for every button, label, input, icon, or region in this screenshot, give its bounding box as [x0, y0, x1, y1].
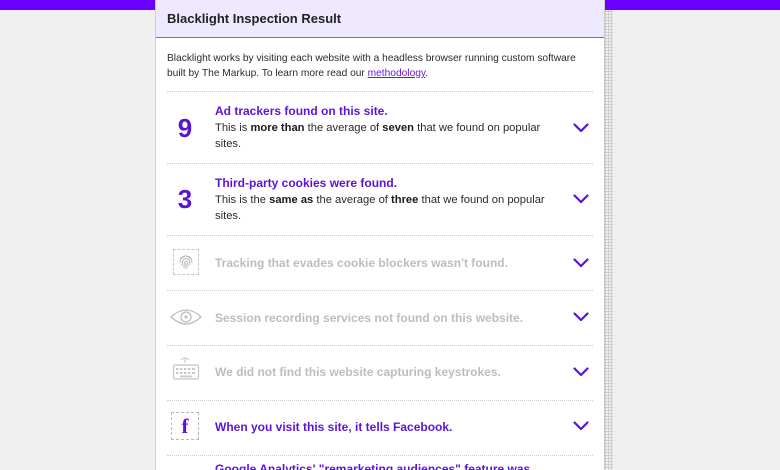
- keystrokes-title: We did not find this website capturing k…: [215, 365, 501, 379]
- fingerprinting-row[interactable]: Tracking that evades cookie blockers was…: [156, 236, 604, 290]
- desc-emphasis: seven: [382, 122, 415, 134]
- facebook-title: When you visit this site, it tells Faceb…: [215, 420, 453, 434]
- ad-trackers-title: Ad trackers found on this site.: [215, 104, 388, 118]
- inspection-result-panel: Blacklight Inspection Result Blacklight …: [155, 0, 605, 470]
- scroll-rail[interactable]: [604, 10, 613, 470]
- desc-emphasis: three: [391, 194, 419, 206]
- desc-emphasis: more than: [250, 122, 305, 134]
- chevron-down-icon[interactable]: [573, 367, 589, 377]
- divider: [167, 455, 593, 456]
- ad-trackers-description: This is more than the average of seven t…: [215, 120, 545, 152]
- facebook-letter: f: [181, 413, 189, 438]
- ad-trackers-count: 9: [177, 113, 193, 143]
- ad-trackers-row[interactable]: 9 Ad trackers found on this site. This i…: [156, 92, 604, 163]
- cookies-title: Third-party cookies were found.: [215, 176, 398, 190]
- desc-text: This is: [215, 122, 251, 134]
- session-recording-title: Session recording services not found on …: [215, 311, 524, 325]
- fingerprinting-title: Tracking that evades cookie blockers was…: [215, 256, 508, 270]
- next-row-title-partial: Google Analytics' "remarketing audiences…: [215, 462, 541, 470]
- desc-emphasis: same as: [269, 194, 314, 206]
- desc-text: the average of: [304, 122, 383, 134]
- desc-text: This is the: [215, 194, 270, 206]
- keystroke-capture-row[interactable]: We did not find this website capturing k…: [156, 346, 604, 400]
- fingerprint-icon: [173, 249, 199, 275]
- intro-after-link: .: [425, 68, 429, 79]
- chevron-down-icon[interactable]: [573, 258, 589, 268]
- panel-title: Blacklight Inspection Result: [167, 11, 342, 26]
- cookies-count: 3: [177, 184, 193, 214]
- desc-text: the average of: [313, 194, 392, 206]
- methodology-link[interactable]: methodology: [368, 68, 426, 79]
- eye-icon: [170, 309, 202, 325]
- cookies-description: This is the same as the average of three…: [215, 192, 545, 224]
- third-party-cookies-row[interactable]: 3 Third-party cookies were found. This i…: [156, 164, 604, 235]
- chevron-down-icon[interactable]: [573, 421, 589, 431]
- panel-header: Blacklight Inspection Result: [156, 0, 604, 38]
- chevron-down-icon[interactable]: [573, 194, 589, 204]
- chevron-down-icon[interactable]: [573, 312, 589, 322]
- session-recording-row[interactable]: Session recording services not found on …: [156, 291, 604, 345]
- chevron-down-icon[interactable]: [573, 123, 589, 133]
- keyboard-icon: [172, 357, 200, 380]
- facebook-icon: f: [171, 412, 199, 440]
- facebook-pixel-row[interactable]: f When you visit this site, it tells Fac…: [156, 401, 604, 455]
- intro-paragraph: Blacklight works by visiting each websit…: [167, 51, 577, 81]
